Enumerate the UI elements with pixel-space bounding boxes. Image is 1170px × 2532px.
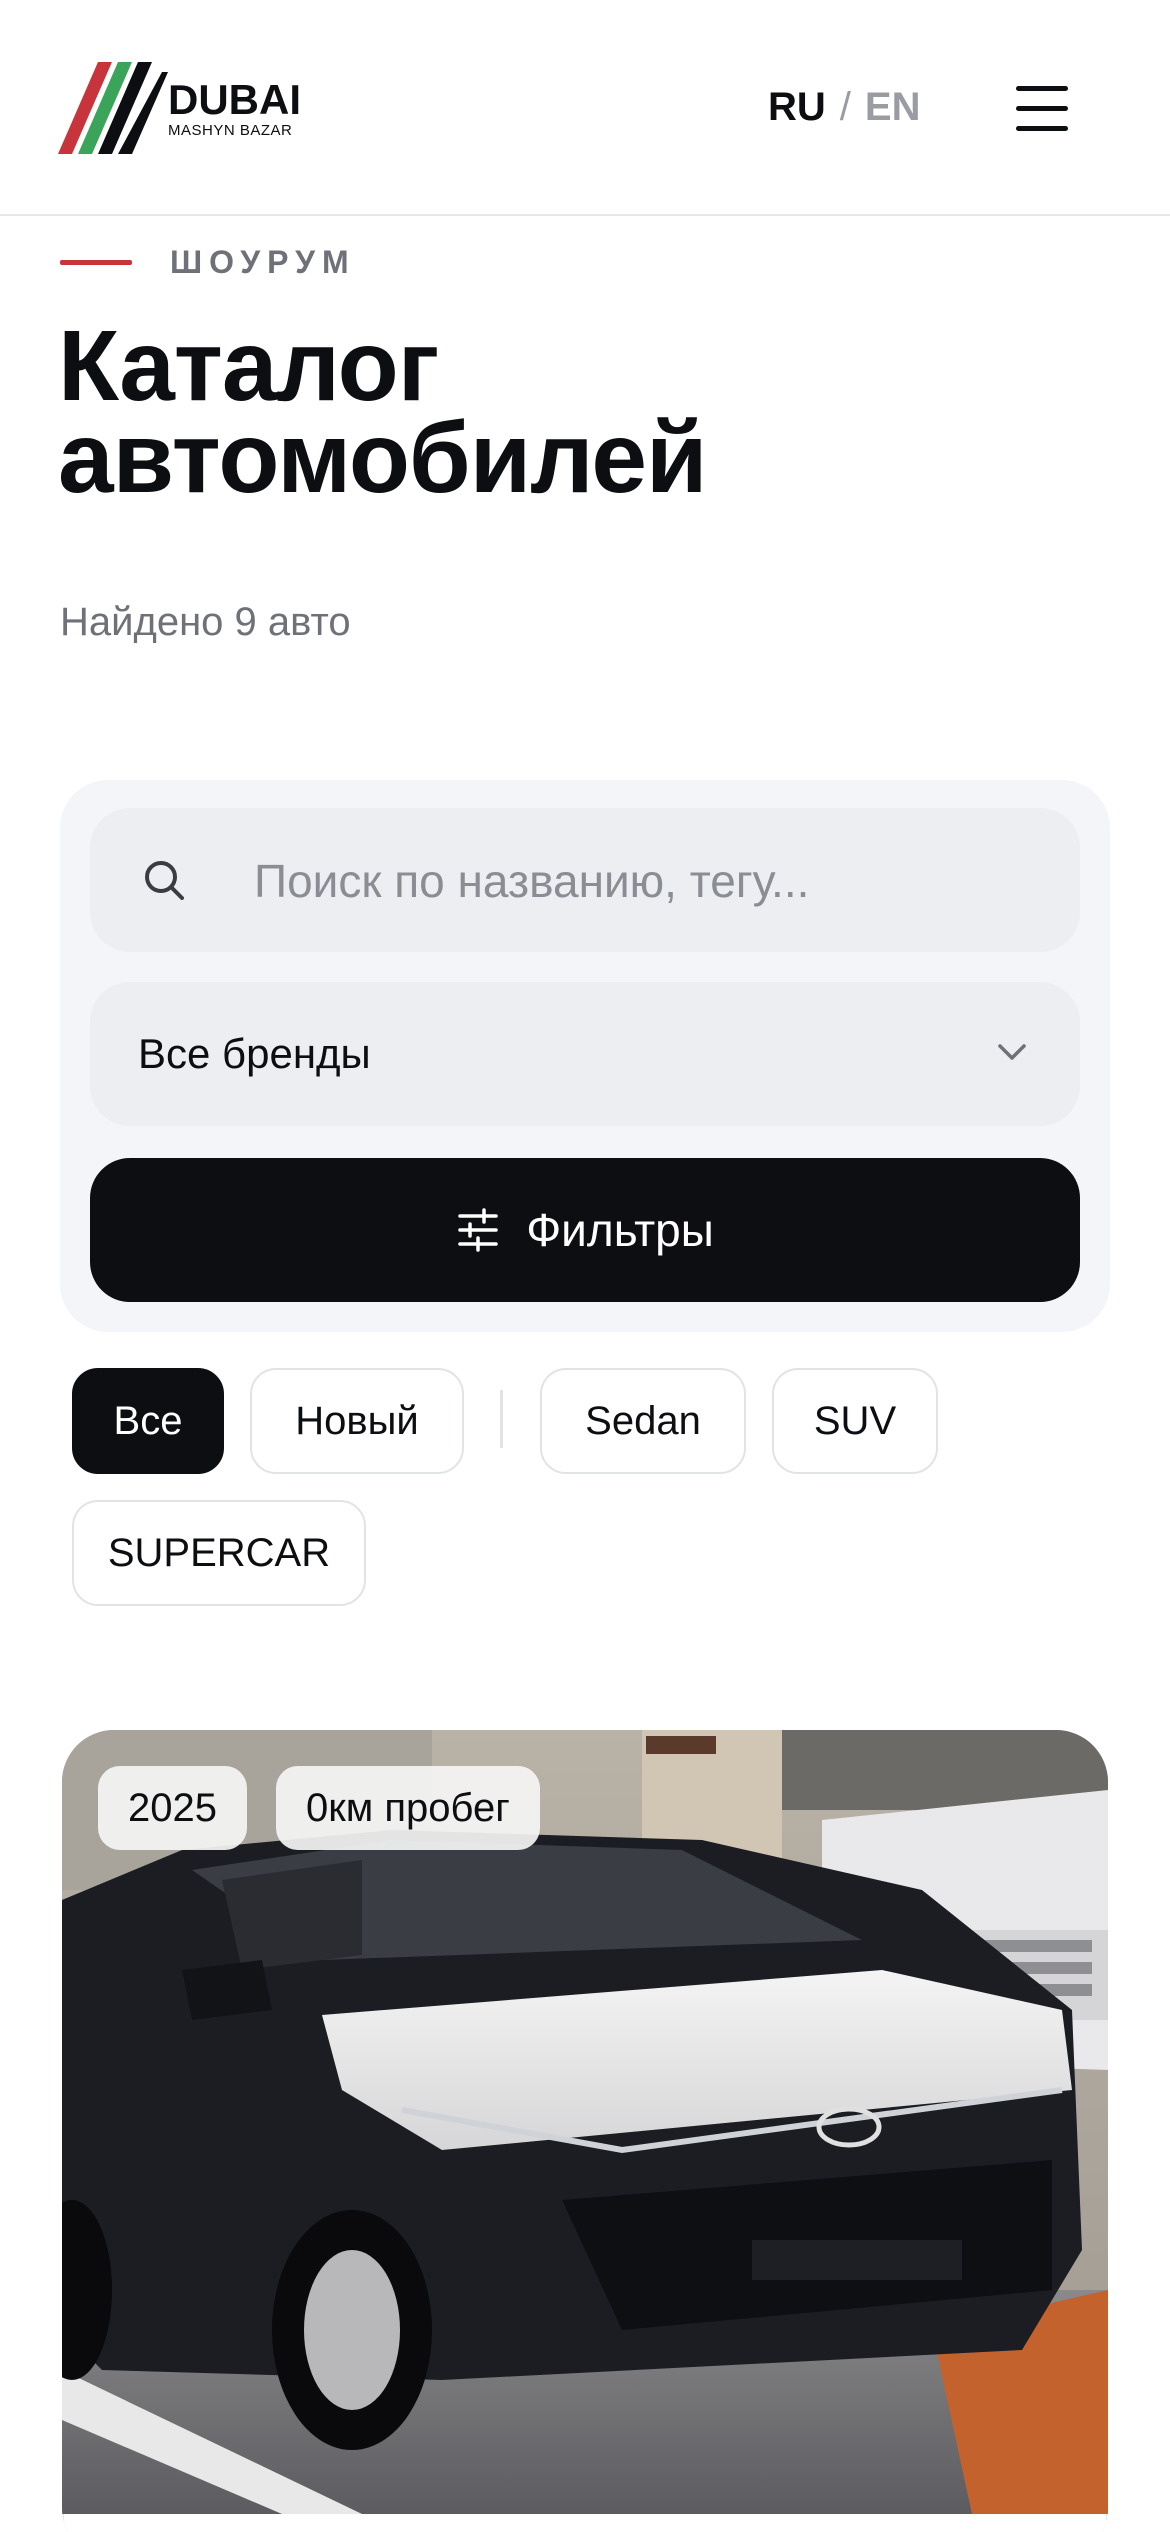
- chip-supercar[interactable]: SUPERCAR: [72, 1500, 366, 1606]
- card-details-area: [62, 2514, 1108, 2532]
- search-input[interactable]: Поиск по названию, тегу...: [90, 808, 1080, 952]
- logo-subtitle: MASHYN BAZAR: [168, 122, 293, 139]
- brand-select[interactable]: Все бренды: [90, 982, 1080, 1126]
- car-card[interactable]: 2025 0км пробег: [62, 1730, 1108, 2532]
- chip-sedan[interactable]: Sedan: [540, 1368, 746, 1474]
- logo-wordmark[interactable]: DUBAI MASHYN BAZAR: [168, 76, 301, 140]
- hamburger-menu-icon[interactable]: [1012, 84, 1072, 132]
- sliders-icon: [458, 1208, 498, 1252]
- logo-title: DUBAI: [168, 76, 301, 123]
- lang-ru-link[interactable]: RU: [768, 82, 826, 132]
- mileage-badge: 0км пробег: [276, 1766, 540, 1850]
- eyebrow-accent-line: [60, 260, 132, 265]
- chevron-down-icon: [998, 1044, 1026, 1060]
- filter-panel: Поиск по названию, тегу... Все бренды Фи…: [60, 780, 1110, 1332]
- results-count: Найдено 9 авто: [60, 600, 351, 644]
- eyebrow-label: ШОУРУМ: [170, 244, 356, 280]
- lang-separator: /: [839, 85, 851, 129]
- chip-suv[interactable]: SUV: [772, 1368, 938, 1474]
- year-badge: 2025: [98, 1766, 247, 1850]
- chip-divider: [500, 1390, 503, 1448]
- filters-button[interactable]: Фильтры: [90, 1158, 1080, 1302]
- filters-button-label: Фильтры: [526, 1204, 714, 1256]
- site-header: DUBAI MASHYN BAZAR RU / EN: [0, 0, 1170, 216]
- chip-new[interactable]: Новый: [250, 1368, 464, 1474]
- page-title-line2: автомобилей: [58, 402, 707, 514]
- page-title: Каталог автомобилей: [58, 316, 1108, 508]
- search-placeholder: Поиск по названию, тегу...: [254, 855, 810, 907]
- brand-select-value: Все бренды: [138, 1030, 371, 1077]
- chip-all[interactable]: Все: [72, 1368, 224, 1474]
- language-switcher: RU / EN: [768, 82, 920, 132]
- lang-en-link[interactable]: EN: [865, 82, 921, 132]
- search-icon: [145, 861, 184, 900]
- section-eyebrow: ШОУРУМ: [60, 244, 356, 281]
